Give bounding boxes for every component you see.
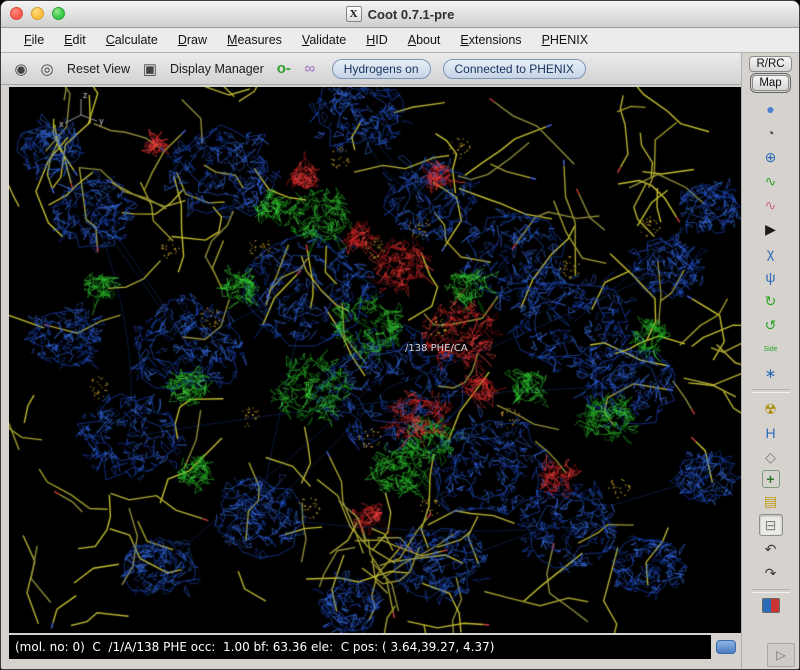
- menu-item-file[interactable]: File: [15, 30, 53, 50]
- phenix-connection-button[interactable]: Connected to PHENIX: [443, 59, 586, 79]
- title-bar[interactable]: X Coot 0.7.1-pre: [1, 1, 799, 28]
- main-area: ◉ ◎ Reset View ▣ Display Manager o- ∞ Hy…: [1, 53, 741, 670]
- menu-item-edit[interactable]: Edit: [55, 30, 95, 50]
- status-text: (mol. no: 0) C /1/A/138 PHE occ: 1.00 bf…: [15, 640, 494, 654]
- key-icon[interactable]: o-: [274, 60, 294, 77]
- add-hydrogens-icon[interactable]: H: [759, 422, 783, 444]
- hydrogens-toggle-button[interactable]: Hydrogens on: [332, 59, 431, 79]
- status-scrollbar-thumb[interactable]: [716, 640, 736, 654]
- window-title: X Coot 0.7.1-pre: [346, 6, 455, 22]
- regularize-spring-icon[interactable]: ∿: [759, 194, 783, 216]
- refine-spring-icon[interactable]: ∿: [759, 170, 783, 192]
- right-icon-column: ●◔⊕∿∿▶χψ↻↺Side∗☢H◇+▤⊟↶↷: [742, 98, 799, 613]
- radiation-icon[interactable]: ☢: [759, 398, 783, 420]
- fit-icon[interactable]: ∗: [759, 362, 783, 384]
- redo-icon[interactable]: ↷: [759, 562, 783, 584]
- menu-item-draw[interactable]: Draw: [169, 30, 216, 50]
- x11-icon: X: [346, 6, 362, 22]
- app-window: X Coot 0.7.1-pre File Edit Calculate Dra…: [0, 0, 800, 670]
- status-row: (mol. no: 0) C /1/A/138 PHE occ: 1.00 bf…: [9, 635, 741, 659]
- scheme-icon[interactable]: [762, 598, 780, 613]
- window-title-text: Coot 0.7.1-pre: [368, 7, 455, 22]
- status-scrollbar-trough: [711, 635, 741, 659]
- side-chain-icon[interactable]: Side: [759, 338, 783, 360]
- menu-item-phenix[interactable]: PHENIX: [533, 30, 598, 50]
- expand-console-button[interactable]: ▷: [767, 643, 795, 667]
- bond-icon[interactable]: ∞: [300, 60, 320, 77]
- separator: [752, 389, 790, 393]
- menu-item-calculate[interactable]: Calculate: [97, 30, 167, 50]
- menu-item-about[interactable]: About: [399, 30, 450, 50]
- play-icon[interactable]: ▶: [759, 218, 783, 240]
- spin-icon[interactable]: ↺: [759, 314, 783, 336]
- zoom-button[interactable]: [52, 7, 65, 20]
- menu-item-extensions[interactable]: Extensions: [451, 30, 530, 50]
- sphere-icon[interactable]: ●: [759, 98, 783, 120]
- status-bar: (mol. no: 0) C /1/A/138 PHE occ: 1.00 bf…: [9, 635, 711, 659]
- clock-icon[interactable]: ◔: [759, 122, 783, 144]
- menu-bar: File Edit Calculate Draw Measures Valida…: [1, 28, 799, 53]
- separator: [752, 589, 790, 593]
- triangle-right-icon: ▷: [776, 648, 785, 662]
- undo-icon[interactable]: ↶: [759, 538, 783, 560]
- translate-icon[interactable]: ⊕: [759, 146, 783, 168]
- recentre-icon[interactable]: ◉: [11, 60, 31, 78]
- display-manager-icon[interactable]: ▣: [140, 60, 160, 78]
- menu-item-measures[interactable]: Measures: [218, 30, 291, 50]
- builder-icon[interactable]: ▤: [759, 490, 783, 512]
- reset-view-button[interactable]: Reset View: [63, 60, 134, 78]
- molecule-icon[interactable]: ◇: [759, 446, 783, 468]
- menu-item-hid[interactable]: HID: [357, 30, 397, 50]
- map-button[interactable]: Map: [752, 75, 788, 91]
- minimize-button[interactable]: [31, 7, 44, 20]
- toolbar: ◉ ◎ Reset View ▣ Display Manager o- ∞ Hy…: [1, 53, 741, 85]
- cylinder-icon[interactable]: ⊟: [759, 514, 783, 536]
- close-button[interactable]: [10, 7, 23, 20]
- viewport: /138 PHE/CA: [9, 87, 741, 633]
- target-icon[interactable]: ◎: [37, 60, 57, 78]
- display-manager-button[interactable]: Display Manager: [166, 60, 268, 78]
- right-panel: R/RC Map ●◔⊕∿∿▶χψ↻↺Side∗☢H◇+▤⊟↶↷ ▷: [741, 53, 799, 670]
- rrc-button[interactable]: R/RC: [749, 56, 791, 72]
- torsion-icon[interactable]: ψ: [759, 266, 783, 288]
- add-residue-icon[interactable]: +: [762, 470, 780, 488]
- chi-angles-icon[interactable]: χ: [759, 242, 783, 264]
- viewport-canvas[interactable]: [9, 87, 741, 633]
- rotamer-icon[interactable]: ↻: [759, 290, 783, 312]
- menu-item-validate[interactable]: Validate: [293, 30, 355, 50]
